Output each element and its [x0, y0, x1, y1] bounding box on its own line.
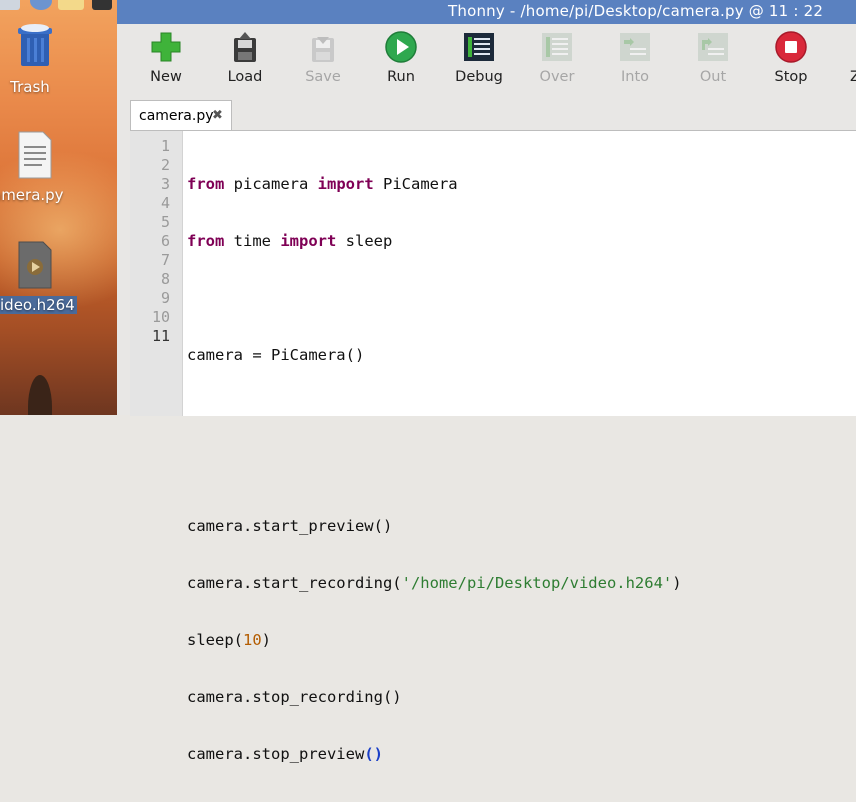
line-number: 2 [160, 156, 170, 174]
browser-icon[interactable] [30, 0, 52, 10]
code-token: camera.stop_preview [187, 745, 365, 763]
keyword: from [187, 232, 225, 250]
keyword: import [280, 232, 337, 250]
wallpaper-silhouette [28, 375, 52, 415]
tab-camera-py[interactable]: camera.py ✖ [130, 100, 232, 131]
code-editor[interactable]: 1 2 3 4 5 6 7 8 9 10 11 from picamera im… [130, 130, 856, 763]
step-over-label: Over [539, 69, 575, 85]
python-file-icon [18, 131, 52, 179]
run-label: Run [387, 69, 415, 85]
code-token: sleep( [187, 631, 243, 649]
zoom-button[interactable]: Z [830, 28, 856, 85]
code-token: picamera [224, 175, 318, 193]
code-line: camera = PiCamera() [187, 346, 365, 364]
stop-button[interactable]: Stop [752, 28, 830, 85]
line-number: 6 [160, 232, 170, 250]
code-text[interactable]: from picamera import PiCamera from time … [187, 137, 682, 802]
save-icon [306, 30, 340, 64]
code-token: time [224, 232, 281, 250]
desktop-icon-label: amera.py [0, 186, 64, 204]
step-over-icon [540, 30, 574, 64]
step-over-button[interactable]: Over [518, 28, 596, 85]
tab-label: camera.py [139, 108, 214, 124]
debug-button[interactable]: Debug [440, 28, 518, 85]
desktop-icon-video[interactable]: ideo.h264 [0, 240, 77, 314]
run-icon [384, 30, 418, 64]
save-button[interactable]: Save [284, 28, 362, 85]
line-number: 9 [160, 289, 170, 307]
string-literal: '/home/pi/Desktop/video.h264' [401, 574, 673, 592]
code-token: camera.start_recording( [187, 574, 402, 592]
folder-icon[interactable] [58, 0, 84, 10]
title-bar[interactable]: Thonny - /home/pi/Desktop/camera.py @ 11… [117, 0, 856, 24]
code-token: PiCamera [373, 175, 458, 193]
load-label: Load [227, 69, 263, 85]
load-button[interactable]: Load [206, 28, 284, 85]
line-number-gutter: 1 2 3 4 5 6 7 8 9 10 11 [130, 131, 183, 416]
line-number: 7 [160, 251, 170, 269]
save-label: Save [305, 69, 341, 85]
code-line: camera.stop_recording() [187, 688, 402, 706]
toolbar: New Load Save Run Debug Over Into Out St… [117, 24, 856, 94]
step-out-label: Out [699, 69, 727, 85]
video-file-icon [18, 241, 52, 289]
line-number: 4 [160, 194, 170, 212]
run-button[interactable]: Run [362, 28, 440, 85]
thonny-window: Thonny - /home/pi/Desktop/camera.py @ 11… [117, 0, 856, 763]
trash-icon [18, 24, 52, 66]
stop-label: Stop [774, 69, 808, 85]
step-into-button[interactable]: Into [596, 28, 674, 85]
desktop-icon-label: ideo.h264 [0, 296, 77, 314]
code-line: from time import sleep [187, 232, 682, 251]
zoom-label: Z [850, 69, 856, 85]
desktop-icon-camera-py[interactable]: amera.py [0, 130, 64, 204]
stop-icon [774, 30, 808, 64]
debug-label: Debug [455, 69, 503, 85]
keyword: import [317, 175, 374, 193]
line-number: 3 [160, 175, 170, 193]
line-number: 1 [160, 137, 170, 155]
number-literal: 10 [243, 631, 262, 649]
new-file-icon [149, 30, 183, 64]
desktop-icon-label: Trash [10, 78, 50, 96]
current-line-number: 11 [151, 327, 170, 345]
code-line: camera.start_recording('/home/pi/Desktop… [187, 574, 682, 593]
code-token: sleep [336, 232, 393, 250]
matched-parentheses: () [364, 745, 383, 763]
new-button[interactable]: New [127, 28, 205, 85]
code-line: camera.start_preview() [187, 517, 393, 535]
code-token: ) [672, 574, 682, 592]
keyword: from [187, 175, 225, 193]
code-token: ) [261, 631, 272, 649]
window-title: Thonny - /home/pi/Desktop/camera.py @ 11… [448, 2, 824, 20]
new-label: New [150, 69, 182, 85]
line-number: 10 [151, 308, 170, 326]
code-line: from picamera import PiCamera [187, 175, 682, 194]
panel-app-icon[interactable] [0, 0, 20, 10]
load-icon [228, 30, 262, 64]
terminal-icon[interactable] [92, 0, 112, 10]
close-tab-icon[interactable]: ✖ [212, 101, 223, 131]
panel-icons [0, 0, 117, 10]
debug-icon [462, 30, 496, 64]
desktop-icon-trash[interactable]: Trash [0, 22, 70, 96]
line-number: 8 [160, 270, 170, 288]
step-out-button[interactable]: Out [674, 28, 752, 85]
zoom-icon [850, 30, 856, 64]
desktop-background: Trash amera.py ideo.h264 [0, 0, 117, 415]
step-out-icon [696, 30, 730, 64]
line-number: 5 [160, 213, 170, 231]
step-into-label: Into [620, 69, 650, 85]
step-into-icon [618, 30, 652, 64]
code-line-current: camera.stop_preview() [187, 745, 682, 764]
code-line: sleep(10) [187, 631, 682, 650]
